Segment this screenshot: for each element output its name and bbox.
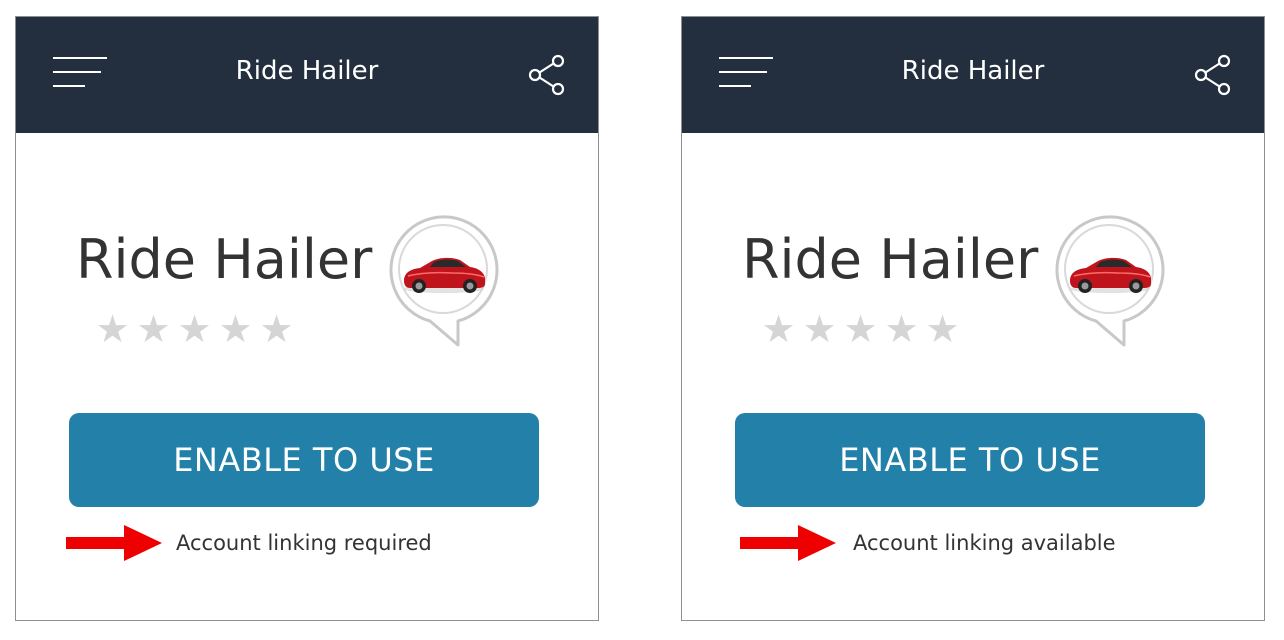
rating-stars: ★ ★ ★ ★ ★ <box>92 305 297 353</box>
red-arrow-icon <box>66 525 162 561</box>
enable-to-use-button[interactable]: ENABLE TO USE <box>69 413 539 507</box>
star-icon: ★ <box>177 307 212 351</box>
header-title: Ride Hailer <box>235 56 379 86</box>
star-icon: ★ <box>925 307 960 351</box>
star-icon: ★ <box>761 307 796 351</box>
skill-logo-icon <box>389 215 499 347</box>
account-linking-text: Account linking required <box>176 531 432 555</box>
account-linking-text: Account linking available <box>853 531 1116 555</box>
star-icon: ★ <box>95 307 130 351</box>
share-icon[interactable] <box>528 54 566 96</box>
star-icon: ★ <box>843 307 878 351</box>
enable-to-use-button[interactable]: ENABLE TO USE <box>735 413 1205 507</box>
skill-name: Ride Hailer <box>76 228 373 291</box>
star-icon: ★ <box>218 307 253 351</box>
skill-name: Ride Hailer <box>742 228 1039 291</box>
skill-card-left: Ride Hailer Ride Hailer ★ ★ ★ ★ ★ ENABLE… <box>15 16 599 621</box>
share-icon[interactable] <box>1194 54 1232 96</box>
star-icon: ★ <box>884 307 919 351</box>
top-bar: Ride Hailer <box>16 17 598 133</box>
skill-card-right: Ride Hailer Ride Hailer ★ ★ ★ ★ ★ ENABLE… <box>681 16 1265 621</box>
rating-stars: ★ ★ ★ ★ ★ <box>758 305 963 353</box>
star-icon: ★ <box>802 307 837 351</box>
red-arrow-icon <box>740 525 836 561</box>
star-icon: ★ <box>259 307 294 351</box>
top-bar: Ride Hailer <box>682 17 1264 133</box>
header-title: Ride Hailer <box>901 56 1045 86</box>
star-icon: ★ <box>136 307 171 351</box>
skill-logo-icon <box>1055 215 1165 347</box>
